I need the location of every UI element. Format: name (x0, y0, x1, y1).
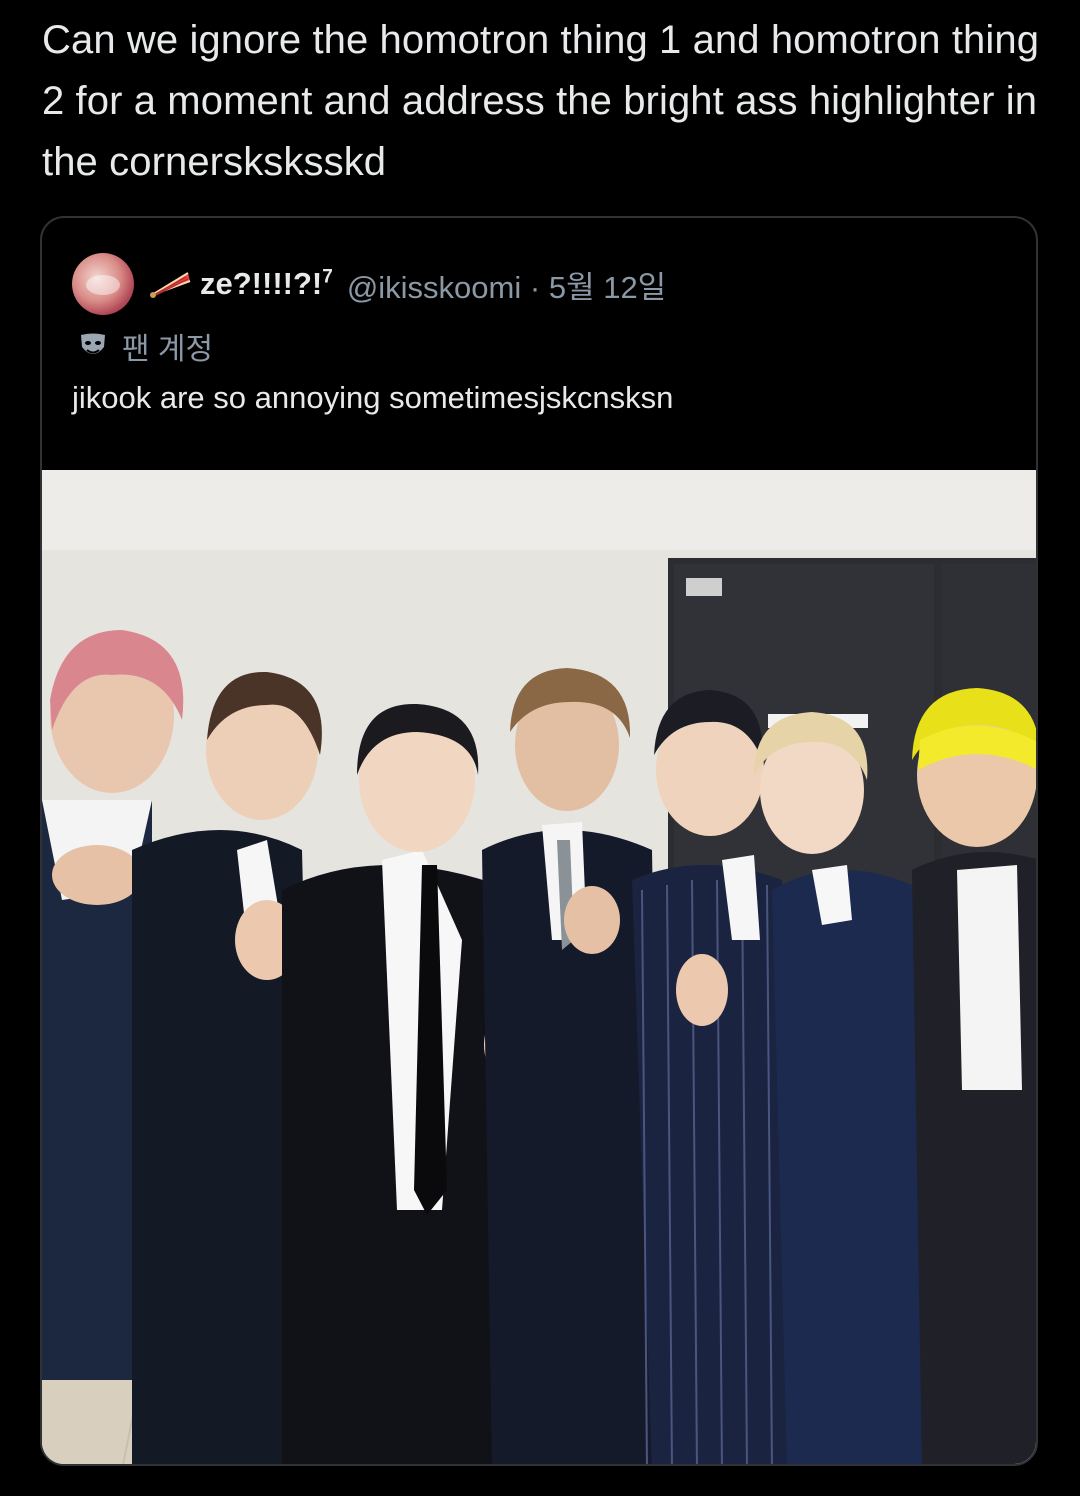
quoted-tweet-text: jikook are so annoying sometimesjskcnsks… (72, 380, 674, 415)
person-7 (912, 688, 1036, 1464)
fan-account-badge: 팬 계정 (78, 324, 213, 368)
quoted-tweet-header: ze?!!!!?!7 @ikisskoomi · 5월 12일 (72, 252, 666, 316)
group-photo-illustration (42, 470, 1036, 1464)
quoted-tweet-card[interactable]: ze?!!!!?!7 @ikisskoomi · 5월 12일 팬 계정 jik… (40, 216, 1038, 1466)
display-name[interactable]: ze?!!!!?!7 (200, 266, 333, 302)
handle[interactable]: @ikisskoomi · 5월 12일 (347, 262, 666, 307)
separator: · (529, 269, 541, 305)
theater-mask-icon (81, 333, 105, 354)
badge-label: 팬 계정 (122, 333, 214, 366)
display-name-superscript: 7 (322, 266, 333, 288)
folding-fan-icon (150, 272, 191, 298)
group-photo[interactable] (42, 470, 1036, 1464)
timestamp[interactable]: 5월 12일 (549, 270, 666, 305)
avatar[interactable] (72, 253, 134, 315)
tweet-text: Can we ignore the homotron thing 1 and h… (42, 18, 1040, 184)
